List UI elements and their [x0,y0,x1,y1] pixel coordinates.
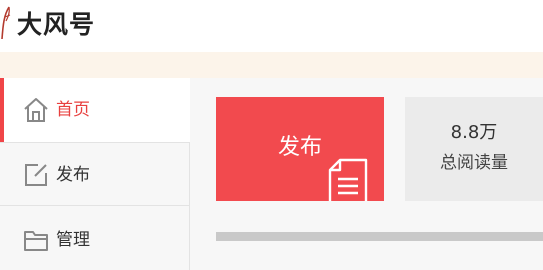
total-reads-label: 总阅读量 [440,153,508,173]
home-icon [24,98,48,122]
content-card [216,232,543,241]
sidebar-item-manage[interactable]: 管理 [0,206,190,270]
folder-icon [24,231,48,251]
edit-icon [25,164,47,186]
notice-strip [0,52,543,78]
sidebar-item-label: 首页 [56,100,90,120]
sidebar: 首页 发布 管理 [0,78,190,270]
document-icon [328,158,368,201]
logo-text[interactable]: 大风号 [17,8,95,42]
sidebar-item-publish[interactable]: 发布 [0,142,190,206]
sidebar-item-label: 管理 [56,230,90,250]
sidebar-item-label: 发布 [56,165,90,185]
total-reads-value: 8.8万 [450,122,498,143]
total-reads-card[interactable]: 8.8万 总阅读量 [405,97,543,201]
publish-card-button[interactable]: 发布 [216,97,384,201]
top-bar: 大风号 [0,0,543,52]
logo-icon [1,6,11,40]
sidebar-item-home[interactable]: 首页 [0,78,190,142]
